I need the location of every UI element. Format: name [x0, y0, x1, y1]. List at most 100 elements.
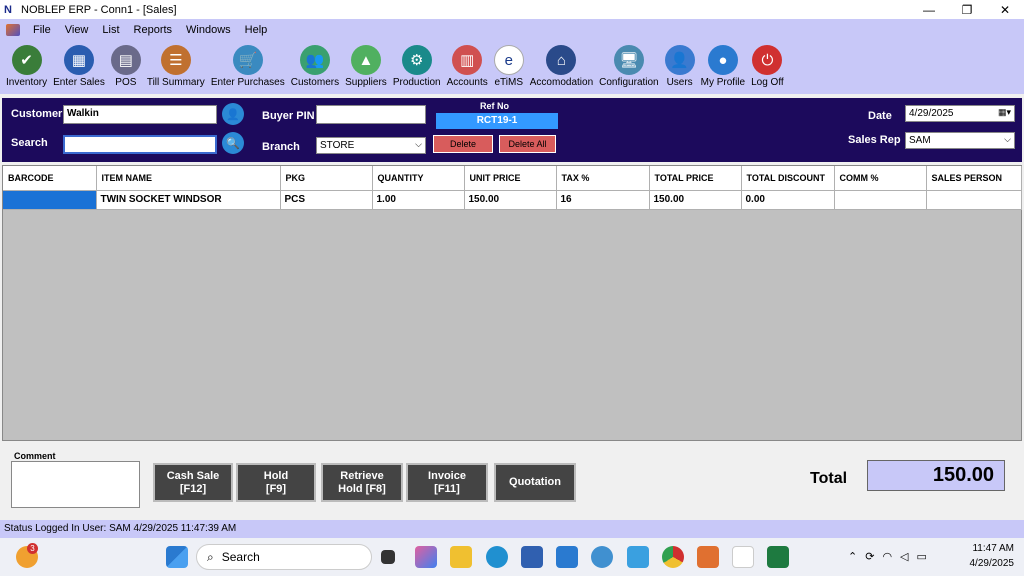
retrieve-hold-button[interactable]: Retrieve Hold [F8]	[321, 463, 403, 502]
vpn-icon[interactable]	[627, 546, 649, 568]
delete-all-button[interactable]: Delete All	[499, 135, 556, 153]
app-logo-icon: N	[4, 3, 12, 16]
column-header[interactable]: SALES PERSON	[926, 166, 1022, 191]
quotation-button[interactable]: Quotation	[494, 463, 576, 502]
toolbar-button-till-summary[interactable]: ☰ Till Summary	[147, 45, 205, 94]
customer-label: Customer	[11, 108, 63, 120]
clock-date: 4/29/2025	[969, 558, 1015, 569]
status-bar: Status Logged In User: SAM 4/29/2025 11:…	[0, 520, 1024, 538]
excel-icon[interactable]	[767, 546, 789, 568]
menu-file[interactable]: File	[26, 24, 58, 36]
column-header[interactable]: PKG	[280, 166, 373, 191]
volume-icon[interactable]: ◁	[900, 550, 908, 563]
branch-select[interactable]: STORE ⌵	[316, 137, 426, 154]
retrieve-shortcut: Hold [F8]	[338, 482, 386, 495]
table-cell[interactable]	[834, 190, 927, 210]
menu-help[interactable]: Help	[238, 24, 275, 36]
chevron-up-icon[interactable]: ⌃	[848, 550, 857, 563]
toolbar-button-users[interactable]: 👤 Users	[664, 45, 695, 94]
toolbar-button-enter-purchases[interactable]: 🛒 Enter Purchases	[211, 45, 285, 94]
table-cell[interactable]	[3, 190, 97, 210]
xampp-icon[interactable]	[697, 546, 719, 568]
table-cell[interactable]	[926, 190, 1022, 210]
vscode-icon[interactable]	[556, 546, 578, 568]
table-cell[interactable]: 16	[556, 190, 650, 210]
sales-rep-label: Sales Rep	[848, 134, 901, 146]
search-icon[interactable]: 🔍	[222, 132, 244, 154]
sales-items-grid[interactable]: BARCODE ITEM NAME PKG QUANTITY UNIT PRICE TAX…	[2, 165, 1022, 441]
column-header[interactable]: TOTAL PRICE	[649, 166, 742, 191]
file-explorer-icon[interactable]	[450, 546, 472, 568]
wifi-icon[interactable]: ◠	[882, 550, 892, 563]
sync-icon[interactable]: ⟳	[865, 550, 874, 563]
sales-rep-value: SAM	[909, 135, 931, 146]
column-header[interactable]: ITEM NAME	[96, 166, 281, 191]
customer-lookup-icon[interactable]: 👤	[222, 103, 244, 125]
toolbar-button-suppliers[interactable]: ▲ Suppliers	[345, 45, 387, 94]
comment-field[interactable]	[11, 461, 140, 508]
cash-sale-button[interactable]: Cash Sale [F12]	[153, 463, 233, 502]
hold-button[interactable]: Hold [F9]	[236, 463, 316, 502]
toolbar-button-log-off[interactable]: ⏻ Log Off	[751, 45, 784, 94]
close-button[interactable]: ✕	[986, 0, 1024, 19]
date-picker[interactable]: 4/29/2025 ▦▾	[905, 105, 1015, 122]
toolbar-button-accomodation[interactable]: ⌂ Accomodation	[530, 45, 593, 94]
toolbar-button-accounts[interactable]: ▥ Accounts	[447, 45, 488, 94]
delete-button[interactable]: Delete	[433, 135, 493, 153]
mdi-menu-icon[interactable]	[6, 23, 20, 36]
invoice-button[interactable]: Invoice [F11]	[406, 463, 488, 502]
menu-reports[interactable]: Reports	[127, 24, 180, 36]
buyer-pin-field[interactable]	[316, 105, 426, 124]
toolbar-button-my-profile[interactable]: ● My Profile	[701, 45, 745, 94]
table-cell[interactable]: PCS	[280, 190, 373, 210]
branch-label: Branch	[262, 141, 300, 153]
column-header[interactable]: UNIT PRICE	[464, 166, 557, 191]
copilot-icon[interactable]	[415, 546, 437, 568]
column-header[interactable]: COMM %	[834, 166, 927, 191]
toolbar-button-customers[interactable]: 👥 Customers	[291, 45, 339, 94]
table-cell[interactable]: 150.00	[649, 190, 742, 210]
toolbar-label: Enter Purchases	[210, 77, 285, 88]
title-bar: N NOBLEP ERP - Conn1 - [Sales] — ❐ ✕	[0, 0, 1024, 19]
calendar-icon[interactable]: ▦▾	[998, 107, 1011, 118]
column-header[interactable]: TOTAL DISCOUNT	[741, 166, 835, 191]
toolbar-button-enter-sales[interactable]: ▦ Enter Sales	[53, 45, 105, 94]
sales-rep-select[interactable]: SAM ⌵	[905, 132, 1015, 149]
taskbar-search-input[interactable]: ⌕ Search	[196, 544, 372, 570]
table-cell[interactable]: 150.00	[464, 190, 557, 210]
toolbar-label: POS	[115, 77, 137, 88]
toolbar-button-inventory[interactable]: ✔ Inventory	[6, 45, 47, 94]
toolbar-button-production[interactable]: ⚙ Production	[393, 45, 441, 94]
customer-field[interactable]: Walkin	[63, 105, 217, 124]
battery-icon[interactable]: ▭	[917, 550, 927, 563]
window-title: NOBLEP ERP - Conn1 - [Sales]	[21, 3, 177, 16]
table-cell[interactable]: TWIN SOCKET WINDSOR	[96, 190, 281, 210]
hold-label: Hold	[263, 469, 289, 482]
toolbar-button-configuration[interactable]: 🖥 Configuration	[599, 45, 659, 94]
column-header[interactable]: BARCODE	[3, 166, 97, 191]
chevron-down-icon: ⌵	[1004, 134, 1011, 144]
task-view-icon[interactable]	[381, 550, 395, 564]
menu-windows[interactable]: Windows	[179, 24, 238, 36]
table-cell[interactable]: 0.00	[741, 190, 835, 210]
toolbar-button-pos[interactable]: ▤ POS	[110, 45, 141, 94]
minimize-button[interactable]: —	[910, 0, 948, 19]
menu-list[interactable]: List	[95, 24, 126, 36]
windows-start-icon[interactable]	[166, 546, 188, 568]
menu-view[interactable]: View	[58, 24, 96, 36]
store-icon[interactable]	[521, 546, 543, 568]
column-header[interactable]: QUANTITY	[372, 166, 465, 191]
restore-button[interactable]: ❐	[948, 0, 986, 19]
chrome-icon[interactable]	[662, 546, 684, 568]
noblep-erp-taskbar-icon[interactable]	[732, 546, 754, 568]
table-row[interactable]: TWIN SOCKET WINDSOR PCS 1.00 150.00 16 150.00…	[3, 190, 1022, 210]
media-player-icon[interactable]	[591, 546, 613, 568]
total-label: Total	[810, 470, 848, 487]
column-header[interactable]: TAX %	[556, 166, 650, 191]
toolbar-button-etims[interactable]: e eTiMS	[493, 45, 524, 94]
ref-no-label: Ref No	[480, 101, 509, 111]
edge-icon[interactable]	[486, 546, 508, 568]
table-cell[interactable]: 1.00	[372, 190, 465, 210]
search-input[interactable]	[63, 135, 217, 154]
clock[interactable]: 11:47 AM 4/29/2025	[970, 541, 1015, 571]
